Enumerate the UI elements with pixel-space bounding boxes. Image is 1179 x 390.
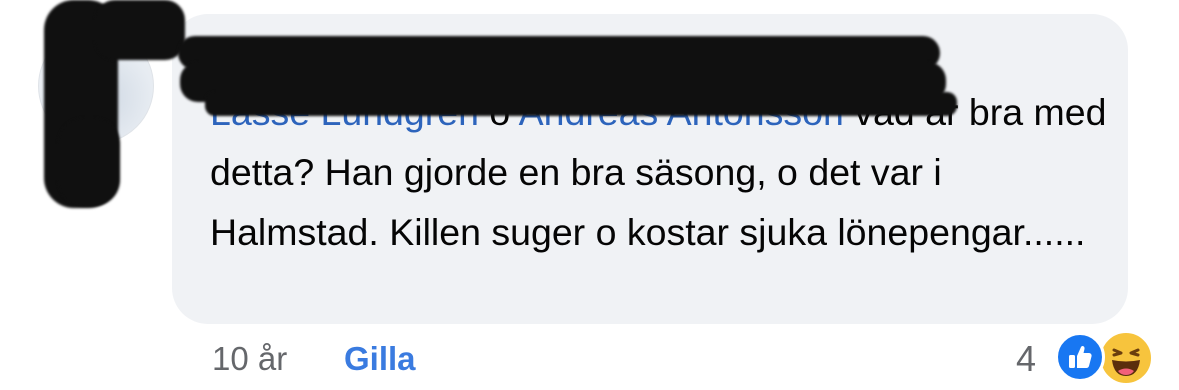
redaction-mark bbox=[205, 92, 957, 116]
comment-container: Lasse Lundgren o Andreas Antonsson vad ä… bbox=[0, 0, 1179, 390]
like-button[interactable]: Gilla bbox=[344, 340, 416, 378]
thumbs-up-icon[interactable] bbox=[1055, 332, 1105, 382]
redaction-mark bbox=[95, 0, 185, 60]
reaction-count[interactable]: 4 bbox=[1016, 338, 1036, 380]
redaction-mark bbox=[58, 118, 120, 206]
haha-icon[interactable] bbox=[1098, 330, 1154, 386]
comment-timestamp: 10 år bbox=[212, 340, 288, 377]
